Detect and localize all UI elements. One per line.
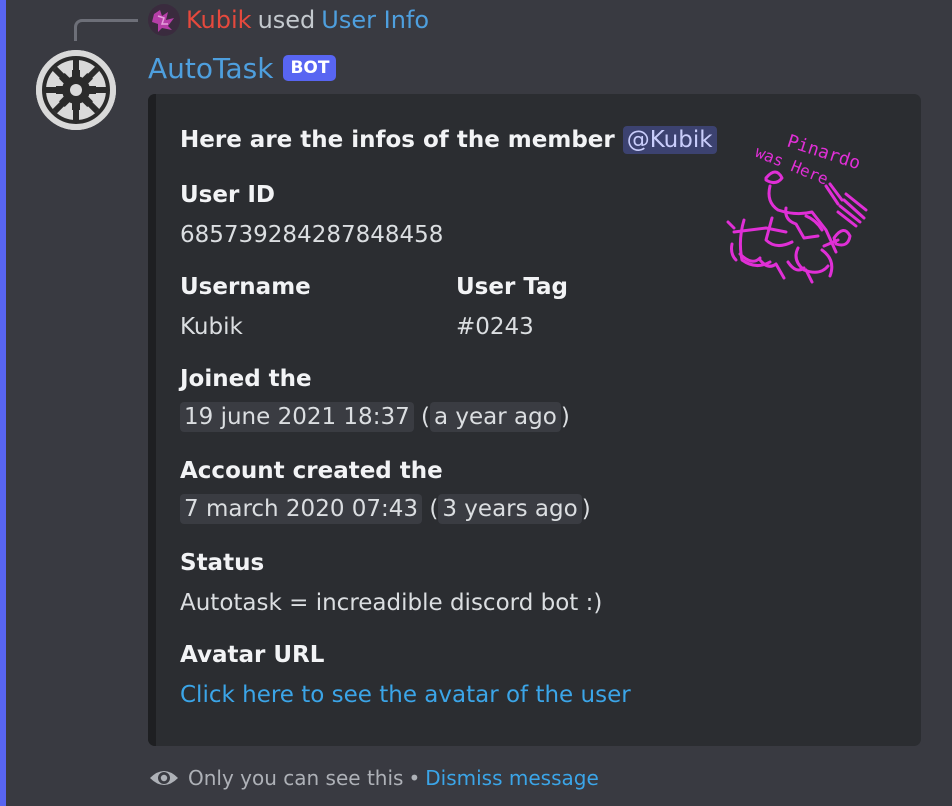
eye-icon <box>150 771 178 785</box>
reply-reference[interactable]: Kubik used User Info <box>148 2 429 38</box>
user-mention[interactable]: @Kubik <box>622 126 717 154</box>
field-status-value: Autotask = increadible discord bot :) <box>180 590 603 616</box>
reply-username[interactable]: Kubik <box>186 6 252 34</box>
reply-avatar[interactable] <box>148 4 180 36</box>
field-user-id-value: 685739284287848458 <box>180 222 444 248</box>
field-username-value: Kubik <box>180 314 243 340</box>
created-relative-timestamp[interactable]: 3 years ago <box>438 494 582 524</box>
field-avatar-url-name: Avatar URL <box>180 642 325 668</box>
author-name[interactable]: AutoTask <box>148 52 273 85</box>
ephemeral-footer: Only you can see this • Dismiss message <box>148 763 599 793</box>
embed-description: Here are the infos of the member @Kubik <box>180 126 717 154</box>
field-joined-value: 19 june 2021 18:37 (a year ago) <box>180 402 570 432</box>
field-username-name: Username <box>180 274 311 300</box>
joined-relative-timestamp[interactable]: a year ago <box>430 402 561 432</box>
reply-command[interactable]: User Info <box>321 6 429 34</box>
author-row: AutoTask BOT <box>148 48 337 88</box>
field-joined-name: Joined the <box>180 366 312 392</box>
embed: Here are the infos of the member @Kubik <box>148 94 921 746</box>
gear-icon <box>36 50 116 130</box>
field-user-tag-value: #0243 <box>456 314 534 340</box>
dismiss-message-link[interactable]: Dismiss message <box>425 766 599 790</box>
avatar-url-link[interactable]: Click here to see the avatar of the user <box>180 682 631 708</box>
bot-avatar[interactable] <box>36 50 116 130</box>
message: Kubik used User Info AutoTask BOT Here a… <box>0 0 952 806</box>
embed-description-text: Here are the infos of the member <box>180 127 615 153</box>
embed-color-stripe <box>148 94 156 746</box>
reply-spine <box>74 19 138 41</box>
message-highlight-bar <box>0 0 6 806</box>
field-status-name: Status <box>180 550 265 576</box>
field-user-id-name: User ID <box>180 182 275 208</box>
field-created-name: Account created the <box>180 458 443 484</box>
field-user-tag-name: User Tag <box>456 274 569 300</box>
bot-tag: BOT <box>283 55 337 81</box>
created-timestamp[interactable]: 7 march 2020 07:43 <box>180 494 423 524</box>
embed-thumbnail[interactable]: Pinardo was Here <box>726 120 886 284</box>
field-created-value: 7 march 2020 07:43 (3 years ago) <box>180 494 591 524</box>
ephemeral-notice: Only you can see this <box>188 766 404 790</box>
reply-used-text: used <box>257 6 316 34</box>
joined-timestamp[interactable]: 19 june 2021 18:37 <box>180 402 414 432</box>
footer-separator: • <box>408 766 421 790</box>
